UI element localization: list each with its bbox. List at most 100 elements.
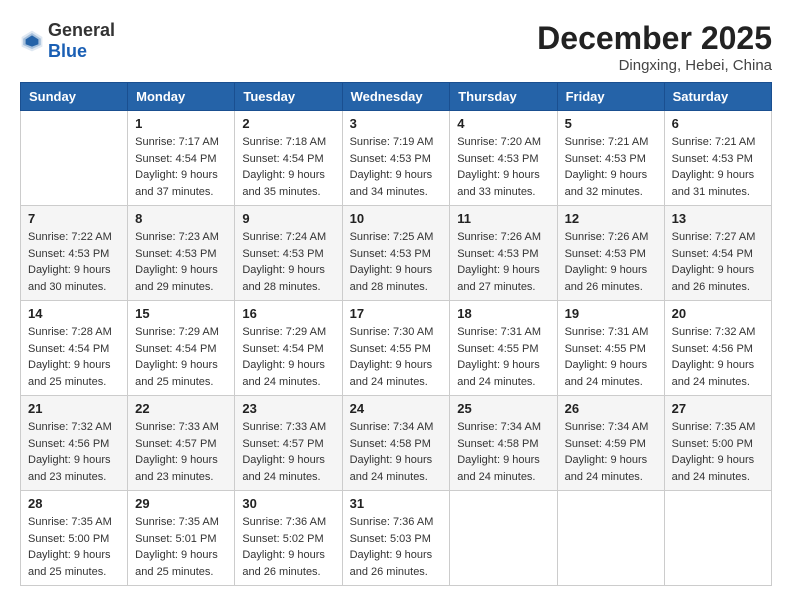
- day-info: Sunrise: 7:34 AMSunset: 4:58 PMDaylight:…: [457, 419, 549, 485]
- calendar-week-row: 1 Sunrise: 7:17 AMSunset: 4:54 PMDaylight…: [21, 111, 772, 206]
- weekday-header: Saturday: [664, 83, 771, 111]
- calendar-day-cell: 30Sunrise: 7:36 AMSunset: 5:02 PMDayligh…: [235, 491, 342, 586]
- calendar-table: SundayMondayTuesdayWednesdayThursdayFrid…: [20, 82, 772, 586]
- day-number: 9: [242, 211, 334, 226]
- day-number: 16: [242, 306, 334, 321]
- day-info: Sunrise: 7:29 AMSunset: 4:54 PMDaylight:…: [242, 324, 334, 390]
- weekday-header: Monday: [128, 83, 235, 111]
- day-info: Sunrise: 7:23 AMSunset: 4:53 PMDaylight:…: [135, 229, 227, 295]
- calendar-day-cell: 12 Sunrise: 7:26 AMSunset: 4:53 PMDayligh…: [557, 206, 664, 301]
- day-info: Sunrise: 7:27 AMSunset: 4:54 PMDaylight:…: [672, 229, 764, 295]
- day-number: 2: [242, 116, 334, 131]
- day-number: 10: [350, 211, 443, 226]
- logo-text-block: General Blue: [48, 20, 115, 62]
- calendar-day-cell: 28Sunrise: 7:35 AMSunset: 5:00 PMDayligh…: [21, 491, 128, 586]
- day-info: Sunrise: 7:33 AMSunset: 4:57 PMDaylight:…: [135, 419, 227, 485]
- day-number: 18: [457, 306, 549, 321]
- calendar-day-cell: 15Sunrise: 7:29 AMSunset: 4:54 PMDayligh…: [128, 301, 235, 396]
- weekday-header: Thursday: [450, 83, 557, 111]
- calendar-week-row: 28Sunrise: 7:35 AMSunset: 5:00 PMDayligh…: [21, 491, 772, 586]
- calendar-day-cell: 16 Sunrise: 7:29 AMSunset: 4:54 PMDayligh…: [235, 301, 342, 396]
- calendar-day-cell: 24Sunrise: 7:34 AMSunset: 4:58 PMDayligh…: [342, 396, 450, 491]
- day-number: 25: [457, 401, 549, 416]
- calendar-day-cell: 2 Sunrise: 7:18 AMSunset: 4:54 PMDaylight…: [235, 111, 342, 206]
- title-block: December 2025 Dingxing, Hebei, China: [537, 20, 772, 74]
- day-number: 1: [135, 116, 227, 131]
- weekday-header: Wednesday: [342, 83, 450, 111]
- calendar-day-cell: 26 Sunrise: 7:34 AMSunset: 4:59 PMDayligh…: [557, 396, 664, 491]
- day-info: Sunrise: 7:21 AMSunset: 4:53 PMDaylight:…: [672, 134, 764, 200]
- day-number: 26: [565, 401, 657, 416]
- day-number: 11: [457, 211, 549, 226]
- day-info: Sunrise: 7:18 AMSunset: 4:54 PMDaylight:…: [242, 134, 334, 200]
- calendar-day-cell: 25 Sunrise: 7:34 AMSunset: 4:58 PMDayligh…: [450, 396, 557, 491]
- calendar-day-cell: 31 Sunrise: 7:36 AMSunset: 5:03 PMDayligh…: [342, 491, 450, 586]
- calendar-day-cell: [21, 111, 128, 206]
- day-info: Sunrise: 7:34 AMSunset: 4:59 PMDaylight:…: [565, 419, 657, 485]
- day-number: 28: [28, 496, 120, 511]
- day-number: 29: [135, 496, 227, 511]
- weekday-header: Friday: [557, 83, 664, 111]
- day-info: Sunrise: 7:33 AMSunset: 4:57 PMDaylight:…: [242, 419, 334, 485]
- calendar-week-row: 14Sunrise: 7:28 AMSunset: 4:54 PMDayligh…: [21, 301, 772, 396]
- day-info: Sunrise: 7:32 AMSunset: 4:56 PMDaylight:…: [28, 419, 120, 485]
- day-number: 14: [28, 306, 120, 321]
- day-info: Sunrise: 7:25 AMSunset: 4:53 PMDaylight:…: [350, 229, 443, 295]
- calendar-day-cell: 22 Sunrise: 7:33 AMSunset: 4:57 PMDayligh…: [128, 396, 235, 491]
- day-number: 20: [672, 306, 764, 321]
- day-info: Sunrise: 7:36 AMSunset: 5:03 PMDaylight:…: [350, 514, 443, 580]
- location-title: Dingxing, Hebei, China: [537, 57, 772, 74]
- day-info: Sunrise: 7:36 AMSunset: 5:02 PMDaylight:…: [242, 514, 334, 580]
- logo-general: General: [48, 20, 115, 40]
- day-number: 23: [242, 401, 334, 416]
- day-info: Sunrise: 7:21 AMSunset: 4:53 PMDaylight:…: [565, 134, 657, 200]
- calendar-day-cell: 11 Sunrise: 7:26 AMSunset: 4:53 PMDayligh…: [450, 206, 557, 301]
- calendar-day-cell: 14Sunrise: 7:28 AMSunset: 4:54 PMDayligh…: [21, 301, 128, 396]
- day-number: 22: [135, 401, 227, 416]
- calendar-day-cell: 27 Sunrise: 7:35 AMSunset: 5:00 PMDayligh…: [664, 396, 771, 491]
- day-number: 21: [28, 401, 120, 416]
- logo-blue: Blue: [48, 41, 87, 61]
- calendar-day-cell: 6Sunrise: 7:21 AMSunset: 4:53 PMDaylight…: [664, 111, 771, 206]
- calendar-day-cell: 8 Sunrise: 7:23 AMSunset: 4:53 PMDaylight…: [128, 206, 235, 301]
- day-info: Sunrise: 7:31 AMSunset: 4:55 PMDaylight:…: [565, 324, 657, 390]
- calendar-day-cell: [557, 491, 664, 586]
- day-number: 13: [672, 211, 764, 226]
- day-info: Sunrise: 7:34 AMSunset: 4:58 PMDaylight:…: [350, 419, 443, 485]
- day-number: 12: [565, 211, 657, 226]
- calendar-day-cell: [450, 491, 557, 586]
- page-header: General Blue December 2025 Dingxing, Heb…: [20, 20, 772, 74]
- weekday-header: Tuesday: [235, 83, 342, 111]
- day-info: Sunrise: 7:29 AMSunset: 4:54 PMDaylight:…: [135, 324, 227, 390]
- calendar-day-cell: 19 Sunrise: 7:31 AMSunset: 4:55 PMDayligh…: [557, 301, 664, 396]
- day-number: 5: [565, 116, 657, 131]
- calendar-day-cell: 29Sunrise: 7:35 AMSunset: 5:01 PMDayligh…: [128, 491, 235, 586]
- day-info: Sunrise: 7:20 AMSunset: 4:53 PMDaylight:…: [457, 134, 549, 200]
- day-number: 19: [565, 306, 657, 321]
- day-number: 31: [350, 496, 443, 511]
- day-number: 3: [350, 116, 443, 131]
- calendar-day-cell: 21 Sunrise: 7:32 AMSunset: 4:56 PMDayligh…: [21, 396, 128, 491]
- calendar-day-cell: 5 Sunrise: 7:21 AMSunset: 4:53 PMDaylight…: [557, 111, 664, 206]
- day-number: 8: [135, 211, 227, 226]
- month-title: December 2025: [537, 20, 772, 57]
- day-info: Sunrise: 7:35 AMSunset: 5:00 PMDaylight:…: [672, 419, 764, 485]
- calendar-day-cell: 23 Sunrise: 7:33 AMSunset: 4:57 PMDayligh…: [235, 396, 342, 491]
- day-info: Sunrise: 7:30 AMSunset: 4:55 PMDaylight:…: [350, 324, 443, 390]
- logo: General Blue: [20, 20, 115, 62]
- calendar-day-cell: [664, 491, 771, 586]
- day-info: Sunrise: 7:17 AMSunset: 4:54 PMDaylight:…: [135, 134, 227, 200]
- calendar-day-cell: 18Sunrise: 7:31 AMSunset: 4:55 PMDayligh…: [450, 301, 557, 396]
- calendar-day-cell: 7Sunrise: 7:22 AMSunset: 4:53 PMDaylight…: [21, 206, 128, 301]
- day-number: 17: [350, 306, 443, 321]
- day-info: Sunrise: 7:26 AMSunset: 4:53 PMDaylight:…: [565, 229, 657, 295]
- day-info: Sunrise: 7:26 AMSunset: 4:53 PMDaylight:…: [457, 229, 549, 295]
- calendar-week-row: 21 Sunrise: 7:32 AMSunset: 4:56 PMDayligh…: [21, 396, 772, 491]
- day-info: Sunrise: 7:19 AMSunset: 4:53 PMDaylight:…: [350, 134, 443, 200]
- calendar-day-cell: 10 Sunrise: 7:25 AMSunset: 4:53 PMDayligh…: [342, 206, 450, 301]
- calendar-day-cell: 13 Sunrise: 7:27 AMSunset: 4:54 PMDayligh…: [664, 206, 771, 301]
- day-number: 27: [672, 401, 764, 416]
- calendar-day-cell: 17 Sunrise: 7:30 AMSunset: 4:55 PMDayligh…: [342, 301, 450, 396]
- day-info: Sunrise: 7:22 AMSunset: 4:53 PMDaylight:…: [28, 229, 120, 295]
- day-number: 4: [457, 116, 549, 131]
